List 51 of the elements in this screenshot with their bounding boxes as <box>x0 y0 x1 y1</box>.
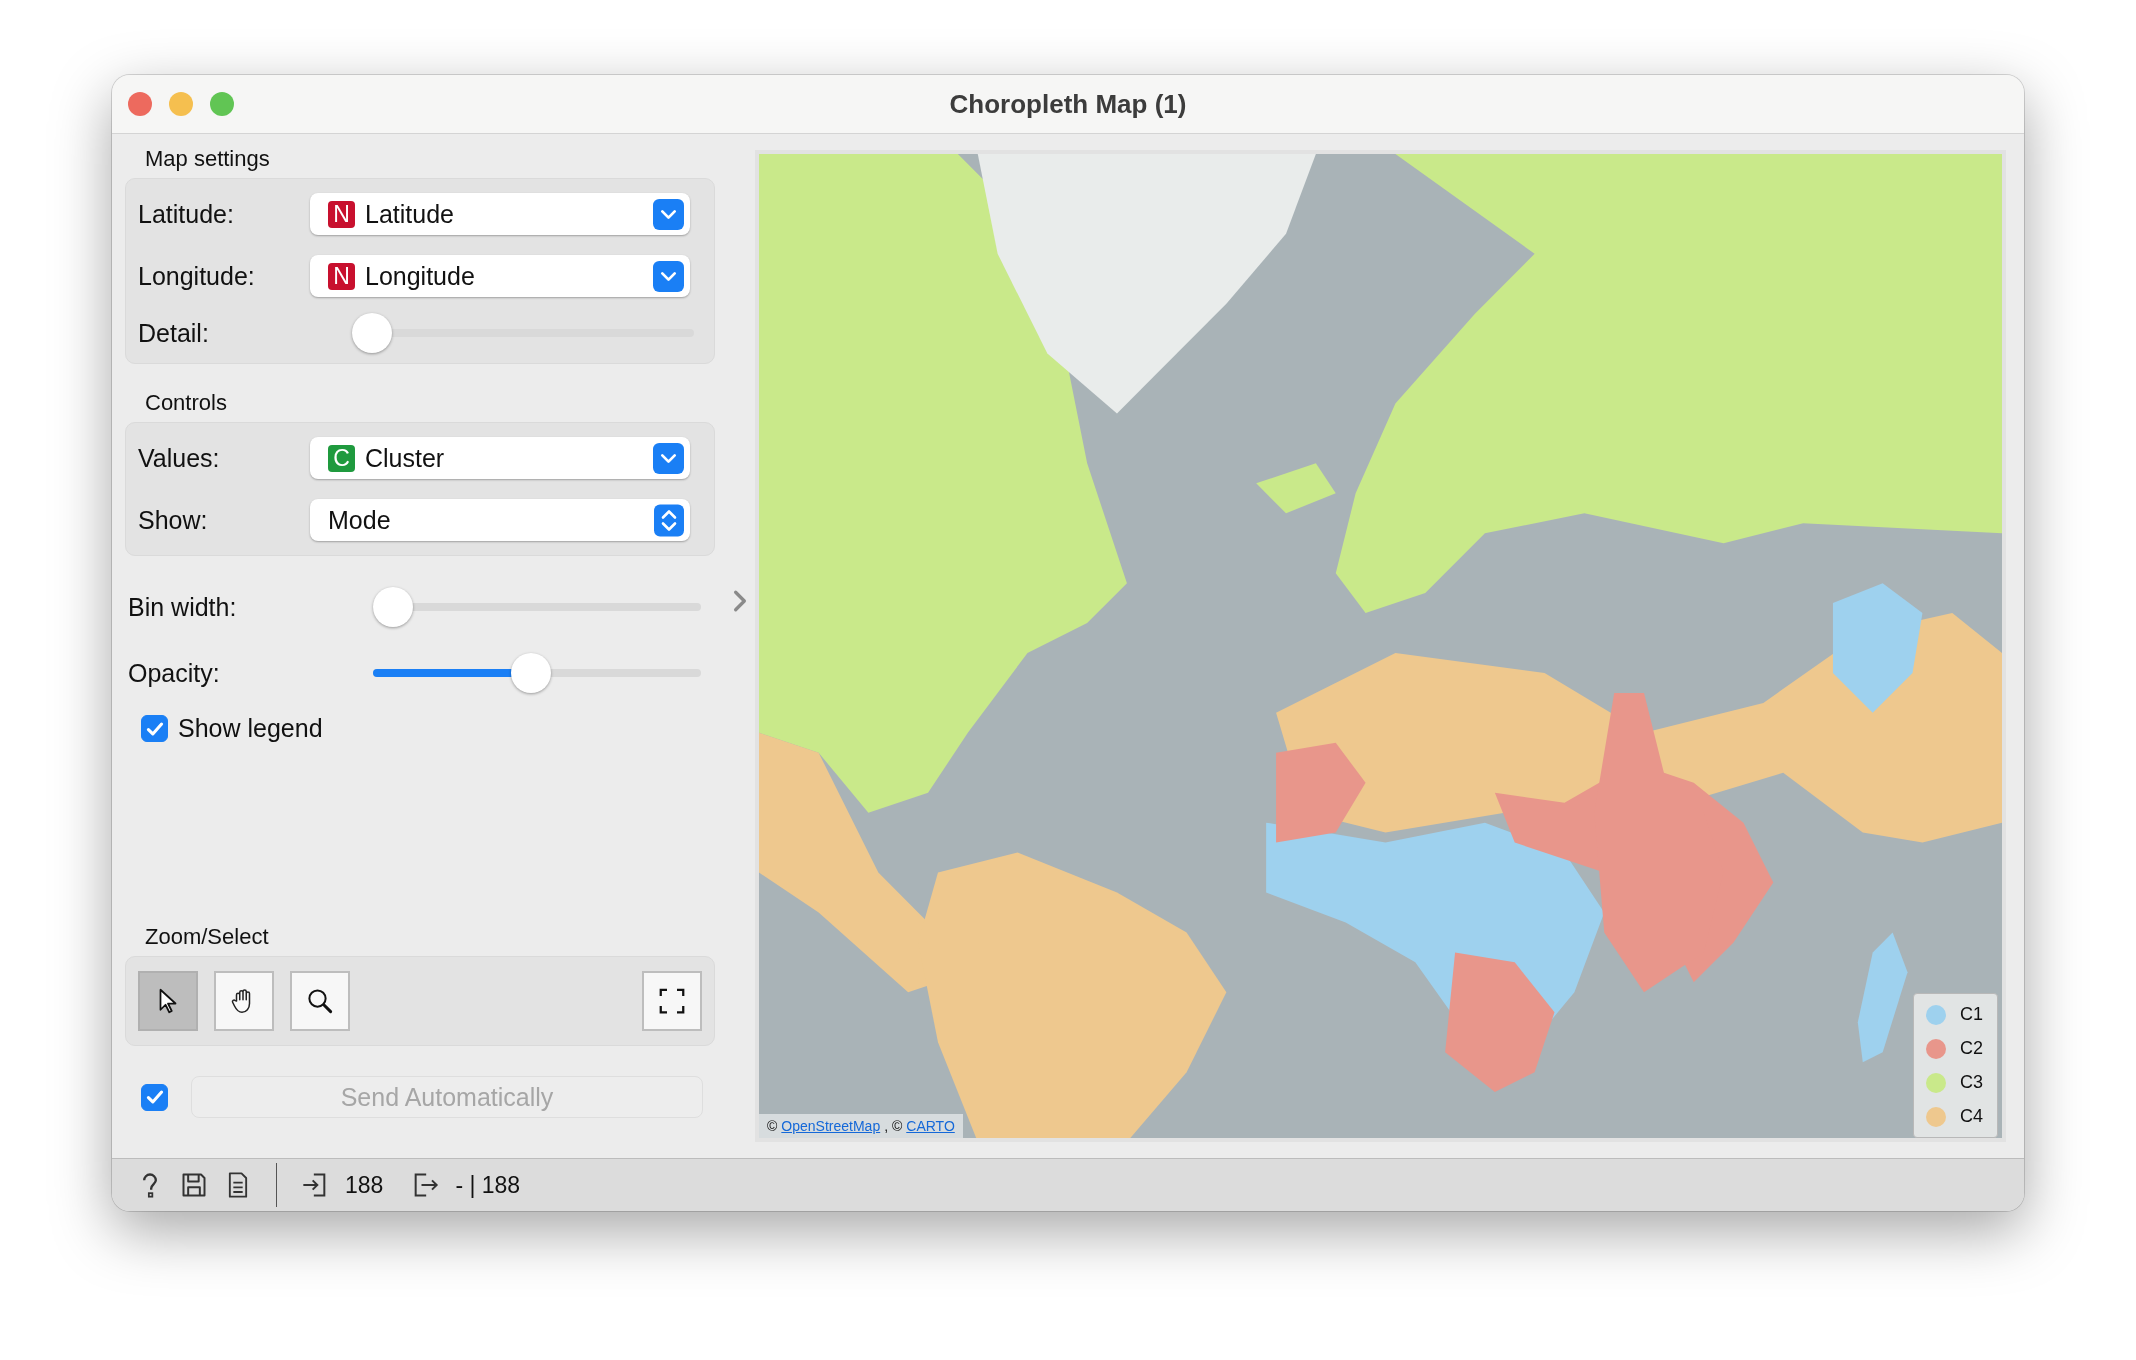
field-label: Opacity: <box>128 658 221 688</box>
field-label: Latitude: <box>138 199 235 229</box>
input-count: 188 <box>345 1171 384 1199</box>
field-label: Longitude: <box>138 261 256 291</box>
slider-thumb[interactable] <box>511 653 552 693</box>
window-title: Choropleth Map (1) <box>949 88 1187 120</box>
bin-width-slider[interactable] <box>373 587 701 627</box>
variable-type-badge: N <box>328 200 355 228</box>
up-down-arrows-icon <box>654 503 684 537</box>
pan-tool-button[interactable] <box>214 971 274 1031</box>
search-icon <box>305 986 335 1016</box>
map-view[interactable]: © OpenStreetMap , © CARTO C1 C2 C3 C4 <box>755 150 2006 1142</box>
field-label: Show: <box>138 505 209 535</box>
show-dropdown[interactable]: Mode <box>310 499 690 541</box>
chevron-down-icon <box>653 198 684 230</box>
checkbox[interactable] <box>141 715 168 742</box>
variable-dropdown[interactable]: C Cluster <box>310 437 690 479</box>
group-title: Controls <box>145 390 227 416</box>
legend-label: C3 <box>1960 1072 1983 1093</box>
field-label: Values: <box>138 443 221 473</box>
group-title: Map settings <box>145 146 270 172</box>
group-title: Zoom/Select <box>145 924 269 950</box>
zoom-tool-button[interactable] <box>290 971 350 1031</box>
opacity-slider[interactable] <box>373 653 701 693</box>
attribution-link[interactable]: CARTO <box>906 1118 955 1134</box>
variable-dropdown[interactable]: N Latitude <box>310 193 690 235</box>
chevron-down-icon <box>653 442 684 474</box>
field-label: Detail: <box>138 318 210 348</box>
slider-thumb[interactable] <box>373 587 413 627</box>
fit-view-button[interactable] <box>642 971 702 1031</box>
select-tool-button[interactable] <box>138 971 198 1031</box>
attribution-text: © <box>767 1118 778 1134</box>
attribution-link[interactable]: OpenStreetMap <box>781 1118 881 1134</box>
variable-dropdown[interactable]: N Longitude <box>310 255 690 297</box>
legend-label: C4 <box>1960 1106 1983 1127</box>
field-label: Bin width: <box>128 592 238 622</box>
save-icon[interactable] <box>180 1171 208 1199</box>
legend-label: C2 <box>1960 1038 1983 1059</box>
variable-type-badge: C <box>328 444 355 472</box>
zoom-button[interactable] <box>210 92 234 116</box>
detail-slider[interactable] <box>352 313 694 353</box>
legend-label: C1 <box>1960 1004 1983 1025</box>
close-button[interactable] <box>128 92 152 116</box>
checkbox-label[interactable]: Show legend <box>178 714 323 743</box>
attribution-text: , © <box>884 1118 903 1134</box>
output-count: - | 188 <box>455 1171 521 1199</box>
expand-corners-icon <box>657 986 687 1016</box>
chevron-down-icon <box>653 260 684 292</box>
variable-type-badge: N <box>328 262 355 290</box>
chevron-right-icon[interactable] <box>732 589 748 613</box>
slider-thumb[interactable] <box>352 313 392 353</box>
